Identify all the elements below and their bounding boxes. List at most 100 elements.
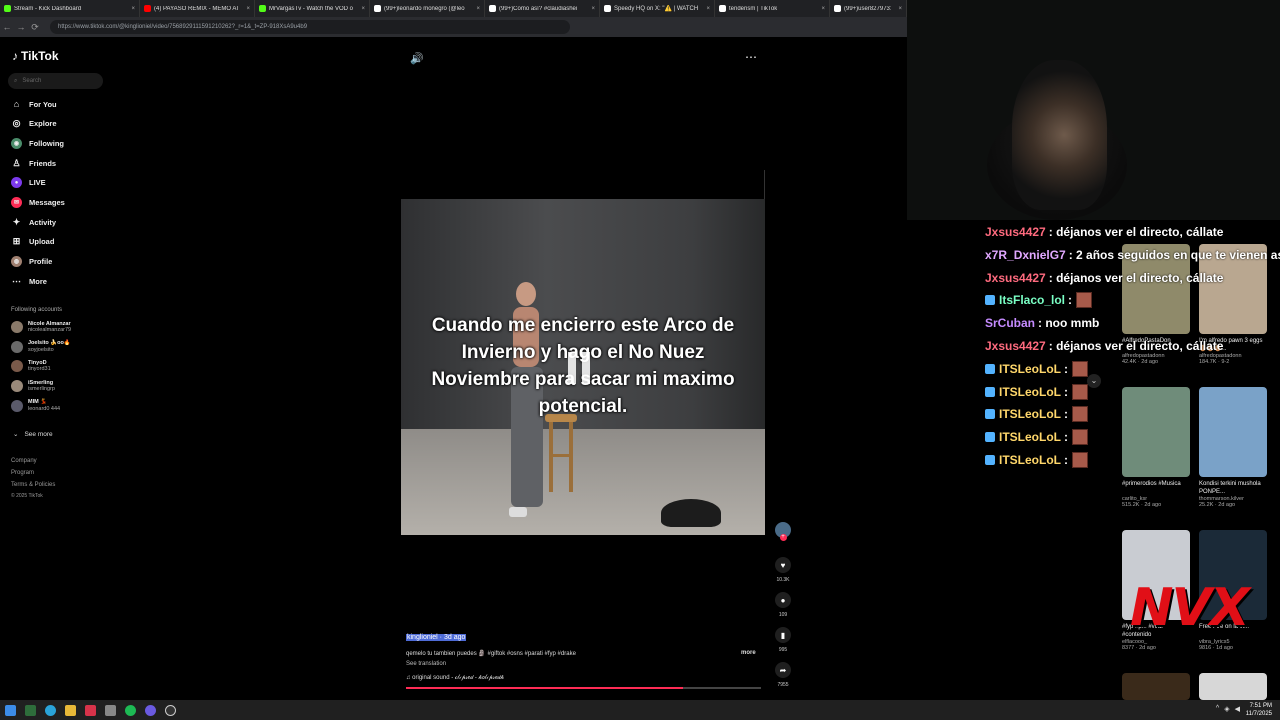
chat-text: : — [1064, 430, 1068, 445]
chat-username: ITSLeoLoL — [999, 453, 1061, 467]
video-stool — [545, 414, 577, 492]
back-icon[interactable]: ← — [0, 22, 14, 32]
browser-tab[interactable]: (99+)Como así? #claudiashei × — [485, 0, 600, 17]
close-tab-icon[interactable]: × — [472, 6, 480, 12]
chat-username: ITSLeoLoL — [999, 430, 1061, 445]
browser-tab[interactable]: Speedy HQ on X: "⚠️ | WATCH × — [600, 0, 715, 17]
url-field[interactable]: https://www.tiktok.com/@kinglioniel/vide… — [50, 20, 570, 34]
like-button[interactable]: ♥ 10.3K — [772, 557, 794, 583]
following-account-item[interactable]: MIM 💃 leonard0 444 — [11, 397, 106, 415]
footer-link[interactable]: Terms & Policies — [11, 482, 55, 488]
close-tab-icon[interactable]: × — [242, 6, 250, 12]
share-button[interactable]: ➦ 7955 — [772, 662, 794, 688]
obs-icon[interactable] — [160, 700, 180, 720]
account-names: Joelsito 🍌oo🔥 soyjoelsito — [28, 340, 71, 353]
nav-item-for-you[interactable]: ⌂ For You — [11, 96, 106, 112]
nav-item-explore[interactable]: ◎ Explore — [11, 116, 106, 132]
tab-favicon — [489, 5, 496, 12]
browser-tab[interactable]: Stream - Kick Dashboard × — [0, 0, 140, 17]
nav-item-following[interactable]: ◉ Following — [11, 135, 106, 151]
emote-icon — [1072, 406, 1088, 423]
discord-icon[interactable] — [140, 700, 160, 720]
close-tab-icon[interactable]: × — [357, 6, 365, 12]
account-names: MIM 💃 leonard0 444 — [28, 399, 60, 412]
heart-icon: ♥ — [775, 557, 791, 573]
sound-link[interactable]: ♫ original sound - 𝒸𝓁𝒾𝓅𝓈𝑒𝒹 - 𝒽𝑜𝓁𝒾𝓅𝓈𝑒𝒹𝒽 — [406, 675, 504, 682]
close-tab-icon[interactable]: × — [894, 6, 902, 12]
nav-item-activity[interactable]: ✦ Activity — [11, 214, 106, 230]
badge-icon — [985, 455, 995, 465]
compass-icon: ◎ — [12, 118, 21, 129]
stream-chat-overlay: Jxsus4427: déjanos ver el directo, cálla… — [985, 222, 1280, 472]
close-tab-icon[interactable]: × — [587, 6, 595, 12]
see-more-button[interactable]: ⌄ See more — [13, 430, 53, 439]
chevron-up-icon[interactable]: ⌃ — [1089, 346, 1097, 357]
chevron-down-icon: ⌄ — [13, 431, 19, 438]
share-icon: ➦ — [775, 662, 791, 678]
chat-message: ITSLeoLoL: — [985, 359, 1088, 379]
windows-start-icon[interactable] — [0, 700, 20, 720]
chat-message: Jxsus4427: déjanos ver el directo, cálla… — [985, 336, 1223, 356]
search-input[interactable]: ⌕ Search — [8, 73, 103, 89]
video-thumbnail[interactable] — [1199, 673, 1267, 700]
taskbar-clock[interactable]: 7:51 PM 11/7/2025 — [1246, 702, 1272, 718]
reload-icon[interactable]: ⟳ — [28, 22, 42, 33]
tiktok-logo[interactable]: ♪ TikTok — [12, 49, 59, 63]
system-tray[interactable]: ^ ◈ ◀ — [1216, 705, 1240, 713]
close-tab-icon[interactable]: × — [702, 6, 710, 12]
badge-icon — [985, 295, 995, 306]
creator-avatar[interactable]: + — [772, 522, 794, 541]
following-account-item[interactable]: Nicole Almanzar nicolealmanzar79 — [11, 318, 106, 336]
chat-text: : — [1064, 361, 1068, 376]
nav-item-more[interactable]: ⋯ More — [11, 273, 106, 289]
spotify-icon[interactable] — [120, 700, 140, 720]
video-thumbnail[interactable] — [1122, 673, 1190, 700]
forward-icon[interactable]: → — [14, 22, 28, 32]
follow-plus-icon[interactable]: + — [779, 534, 787, 541]
badge-icon — [985, 363, 995, 374]
footer-link[interactable]: Company — [11, 458, 37, 464]
more-options-icon[interactable]: ⋯ — [745, 50, 757, 64]
nav-item-profile[interactable]: ◍ Profile — [11, 254, 106, 270]
chevron-up-icon[interactable]: ^ — [1216, 705, 1219, 713]
save-button[interactable]: ▮ 995 — [772, 627, 794, 653]
see-more-label: See more — [24, 430, 53, 438]
edge-browser-icon[interactable] — [40, 700, 60, 720]
browser-tab[interactable]: MrVargasTv - Watch the VOD o × — [255, 0, 370, 17]
pause-icon[interactable] — [568, 352, 598, 384]
more-link[interactable]: more — [741, 650, 756, 656]
badge-icon — [985, 432, 995, 443]
footer-link[interactable]: Program — [11, 470, 34, 476]
browser-tab[interactable]: tenderism | TikTok × — [715, 0, 830, 17]
network-icon[interactable]: ◈ — [1224, 705, 1229, 713]
close-tab-icon[interactable]: × — [127, 6, 135, 12]
following-account-item[interactable]: Joelsito 🍌oo🔥 soyjoelsito — [11, 338, 106, 356]
progress-fill — [406, 687, 683, 689]
chat-username: ITSLeoLoL — [999, 361, 1061, 376]
file-explorer-icon[interactable] — [60, 700, 80, 720]
browser-tab[interactable]: (4) PAYASO REMIX - MEMO ATR × — [140, 0, 255, 17]
nav-item-friends[interactable]: ♙ Friends — [11, 155, 106, 171]
chevron-down-icon[interactable]: ⌄ — [1087, 374, 1101, 388]
nav-item-upload[interactable]: ⊞ Upload — [11, 234, 106, 250]
chat-text: : — [1068, 293, 1073, 308]
nav-label: Upload — [29, 237, 55, 247]
following-account-item[interactable]: iSmerling ismerlingrp — [11, 377, 106, 395]
pen-app-icon[interactable] — [100, 700, 120, 720]
close-tab-icon[interactable]: × — [817, 6, 825, 12]
see-translation-link[interactable]: See translation — [406, 661, 446, 667]
volume-icon[interactable]: 🔊 — [410, 52, 424, 65]
comment-button[interactable]: ● 109 — [772, 592, 794, 618]
red-app-icon[interactable] — [80, 700, 100, 720]
following-account-item[interactable]: TinyoD tinyord31 — [11, 357, 106, 375]
video-author[interactable]: kinglioniel · 3d ago — [406, 634, 467, 641]
browser-tab[interactable]: (99+)user8279731897. (× — [830, 0, 907, 17]
nav-item-live[interactable]: ● LIVE — [11, 175, 106, 191]
chat-text: : — [1064, 384, 1068, 399]
terminal-app-icon[interactable] — [20, 700, 40, 720]
tiktok-sidebar: ♪ TikTok ⌕ Search Following accounts ⌄ S… — [0, 37, 110, 687]
nav-item-messages[interactable]: ✉ Messages — [11, 195, 106, 211]
browser-tab[interactable]: (99+)leonardo monegro (@leo × — [370, 0, 485, 17]
video-progress-bar[interactable] — [406, 687, 761, 689]
volume-icon[interactable]: ◀ — [1235, 705, 1240, 713]
